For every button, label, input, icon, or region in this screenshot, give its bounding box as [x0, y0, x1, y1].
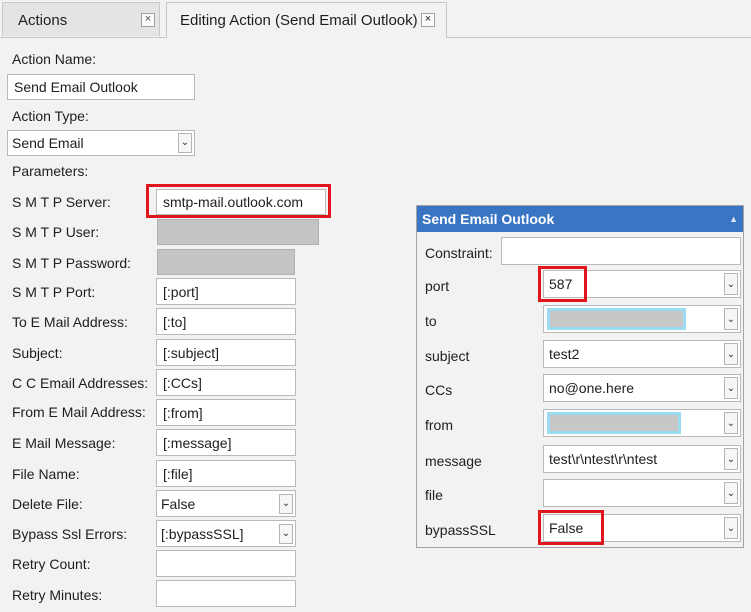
panel-title: Send Email Outlook — [422, 211, 555, 227]
chevron-down-icon[interactable]: ⌄ — [724, 517, 738, 539]
panel-header[interactable]: Send Email Outlook ▲ — [417, 206, 743, 232]
chevron-down-icon[interactable]: ⌄ — [724, 377, 738, 399]
chevron-down-icon[interactable]: ⌄ — [724, 412, 738, 434]
chevron-down-icon[interactable]: ⌄ — [279, 523, 293, 544]
delete-file-value: False — [161, 495, 196, 512]
smtp-password-field[interactable] — [157, 249, 295, 275]
tab-actions[interactable]: Actions × — [2, 2, 160, 36]
constraint-label: Constraint: — [425, 245, 493, 261]
cc-email-label: C C Email Addresses: — [12, 375, 149, 391]
delete-file-label: Delete File: — [12, 496, 83, 512]
subject-value: test2 — [549, 346, 580, 362]
parameters-label: Parameters: — [12, 163, 89, 179]
chevron-down-icon[interactable]: ⌄ — [279, 493, 293, 514]
to-label: to — [425, 313, 437, 329]
close-icon[interactable]: × — [141, 13, 155, 27]
chevron-down-icon[interactable]: ⌄ — [178, 133, 192, 153]
bypass-ssl-value: [:bypassSSL] — [161, 525, 244, 542]
retry-minutes-field[interactable] — [156, 580, 296, 607]
send-email-outlook-panel: Send Email Outlook ▲ Constraint: port 58… — [416, 205, 744, 548]
port-label: port — [425, 278, 450, 294]
file-select[interactable]: ⌄ — [543, 479, 741, 507]
subject-label: Subject: — [12, 345, 63, 361]
chevron-down-icon[interactable]: ⌄ — [724, 448, 738, 470]
chevron-down-icon[interactable]: ⌄ — [724, 482, 738, 504]
action-type-select[interactable]: Send Email ⌄ — [7, 130, 195, 156]
ccs-value: no@one.here — [549, 380, 635, 396]
bypass-ssl-label: Bypass Ssl Errors: — [12, 526, 128, 542]
caret-up-icon[interactable]: ▲ — [729, 214, 738, 224]
to-email-label: To E Mail Address: — [12, 314, 128, 330]
subject-label: subject — [425, 348, 470, 364]
chevron-down-icon[interactable]: ⌄ — [724, 273, 738, 295]
action-type-label: Action Type: — [12, 108, 89, 124]
smtp-user-field[interactable] — [157, 219, 319, 245]
smtp-port-field[interactable]: [:port] — [156, 278, 296, 305]
retry-count-field[interactable] — [156, 550, 296, 577]
smtp-server-label: S M T P Server: — [12, 194, 111, 210]
ccs-label: CCs — [425, 382, 453, 398]
redacted-to — [547, 308, 686, 330]
email-message-label: E Mail Message: — [12, 435, 116, 451]
message-value: test\r\ntest\r\ntest — [549, 451, 658, 467]
file-name-label: File Name: — [12, 466, 80, 482]
bypassssl-label: bypassSSL — [425, 522, 496, 538]
close-icon[interactable]: × — [421, 13, 435, 27]
file-label: file — [425, 487, 443, 503]
from-label: from — [425, 417, 453, 433]
cc-email-field[interactable]: [:CCs] — [156, 369, 296, 396]
retry-count-label: Retry Count: — [12, 556, 91, 572]
smtp-user-label: S M T P User: — [12, 224, 100, 240]
smtp-password-label: S M T P Password: — [12, 255, 132, 271]
highlight-smtp-server — [146, 184, 331, 218]
highlight-bypassssl — [538, 510, 604, 545]
action-type-value: Send Email — [12, 135, 84, 151]
delete-file-select[interactable]: False ⌄ — [156, 490, 296, 517]
action-name-field[interactable]: Send Email Outlook — [7, 74, 195, 100]
email-message-field[interactable]: [:message] — [156, 429, 296, 456]
message-select[interactable]: test\r\ntest\r\ntest ⌄ — [543, 445, 741, 473]
subject-select[interactable]: test2 ⌄ — [543, 340, 741, 368]
subject-field[interactable]: [:subject] — [156, 339, 296, 366]
from-email-label: From E Mail Address: — [12, 404, 146, 420]
constraint-field[interactable] — [501, 237, 741, 265]
tab-actions-label: Actions — [18, 12, 68, 29]
tab-strip: Actions × Editing Action (Send Email Out… — [0, 0, 751, 38]
retry-minutes-label: Retry Minutes: — [12, 587, 103, 603]
smtp-port-label: S M T P Port: — [12, 284, 96, 300]
chevron-down-icon[interactable]: ⌄ — [724, 343, 738, 365]
ccs-select[interactable]: no@one.here ⌄ — [543, 374, 741, 402]
chevron-down-icon[interactable]: ⌄ — [724, 308, 738, 330]
action-name-label: Action Name: — [12, 51, 97, 67]
from-email-field[interactable]: [:from] — [156, 399, 296, 426]
tab-editing-action[interactable]: Editing Action (Send Email Outlook) × — [166, 2, 447, 38]
file-name-field[interactable]: [:file] — [156, 460, 296, 487]
highlight-port — [538, 266, 587, 302]
redacted-from — [547, 412, 681, 434]
message-label: message — [425, 453, 482, 469]
bypass-ssl-select[interactable]: [:bypassSSL] ⌄ — [156, 520, 296, 547]
tab-editing-action-label: Editing Action (Send Email Outlook) — [180, 12, 418, 29]
to-email-field[interactable]: [:to] — [156, 308, 296, 335]
